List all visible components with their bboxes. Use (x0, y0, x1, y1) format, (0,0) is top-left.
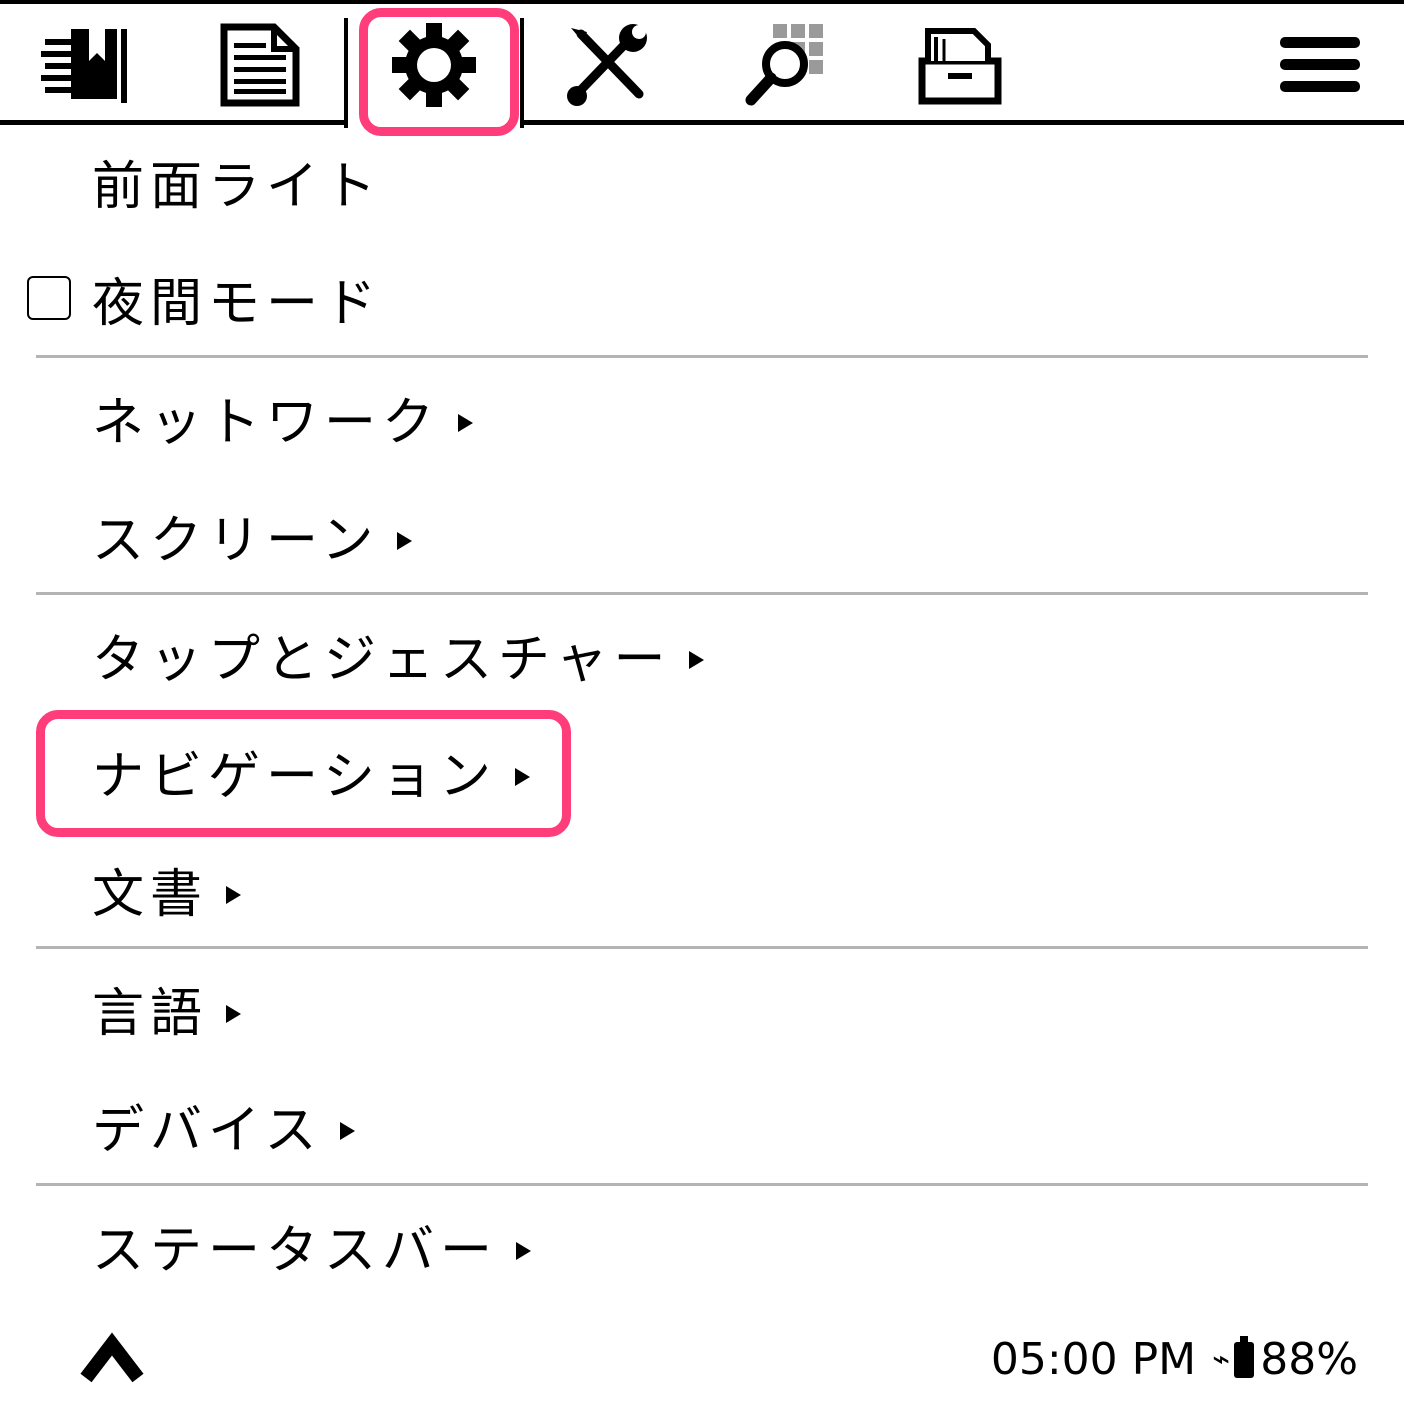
menu-item-language[interactable]: 言語 (0, 949, 1404, 1067)
submenu-arrow-icon (689, 650, 705, 669)
back-up-button[interactable] (80, 1330, 144, 1388)
main-menu-button[interactable] (1240, 4, 1400, 125)
night-mode-checkbox[interactable] (27, 276, 71, 320)
menu-item-label: 前面ライト (92, 156, 383, 217)
tab-separator (520, 18, 524, 128)
bookmark-list-icon (41, 28, 127, 103)
menu-item-label: 文書 (92, 864, 209, 925)
selected-tab-highlight (359, 8, 519, 136)
menu-item-taps-gestures[interactable]: タップとジェスチャー (0, 595, 1404, 713)
tab-bar (0, 4, 1404, 128)
menu-item-label: ネットワーク (92, 392, 441, 453)
menu-item-document[interactable]: 文書 (0, 830, 1404, 948)
submenu-arrow-icon (226, 885, 242, 904)
document-icon (220, 23, 300, 106)
status-bar: 05:00 PM ⌁ 88% (991, 1334, 1358, 1385)
menu-item-label: デバイス (92, 1100, 323, 1161)
menu-item-label: スクリーン (92, 510, 380, 571)
tab-bookmarks[interactable] (6, 4, 166, 125)
menu-item-device[interactable]: デバイス (0, 1066, 1404, 1184)
menu-item-network[interactable]: ネットワーク (0, 358, 1404, 476)
navigation-highlight (36, 710, 571, 837)
charging-icon: ⌁ (1212, 1342, 1231, 1377)
menu-item-label: ステータスバー (92, 1220, 499, 1281)
battery-level: 88% (1260, 1334, 1358, 1385)
menu-item-label: タップとジェスチャー (92, 629, 672, 690)
tab-storage[interactable] (880, 4, 1040, 125)
chevron-up-icon (80, 1332, 144, 1383)
tab-document[interactable] (180, 4, 340, 125)
hamburger-menu-icon (1280, 36, 1360, 92)
menu-item-screen[interactable]: スクリーン (0, 476, 1404, 594)
submenu-arrow-icon (516, 1241, 532, 1260)
menu-item-label: 言語 (92, 983, 209, 1044)
submenu-arrow-icon (397, 531, 413, 550)
battery-icon (1234, 1335, 1255, 1378)
clock: 05:00 PM (990, 1334, 1197, 1385)
search-grid-icon (745, 23, 823, 105)
menu-item-frontlight[interactable]: 前面ライト (0, 122, 1404, 240)
tab-tools[interactable] (528, 4, 688, 125)
tab-separator (344, 18, 348, 128)
submenu-arrow-icon (458, 413, 474, 432)
file-cabinet-icon (918, 27, 1002, 104)
menu-item-night-mode[interactable]: 夜間モード (0, 239, 1404, 357)
menu-item-label: 夜間モード (92, 273, 383, 334)
submenu-arrow-icon (226, 1004, 242, 1023)
menu-item-status-bar[interactable]: ステータスバー (0, 1186, 1404, 1304)
tools-icon (567, 23, 647, 106)
submenu-arrow-icon (340, 1121, 356, 1140)
tab-search[interactable] (708, 4, 868, 125)
